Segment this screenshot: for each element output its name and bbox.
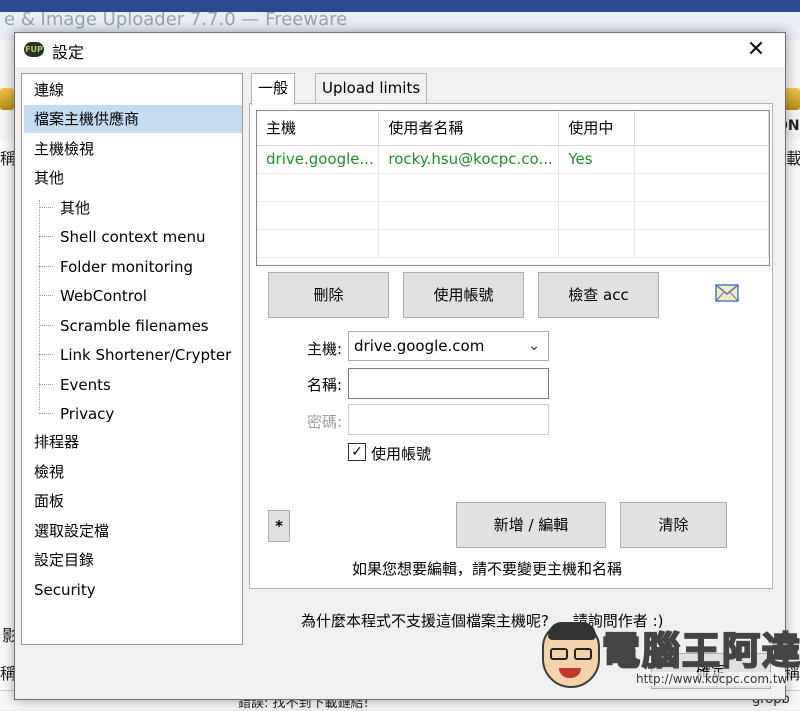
table-row-empty bbox=[257, 229, 769, 258]
use-account-checkbox-label[interactable]: 使用帳號 bbox=[371, 443, 431, 464]
tree-connector bbox=[39, 413, 53, 414]
add-edit-button[interactable]: 新增 / 編輯 bbox=[456, 502, 606, 548]
watermark-logo: 電腦王阿達 http://www.kocpc.com.tw bbox=[540, 616, 800, 692]
tree-item-shell-context-menu[interactable]: Shell context menu bbox=[60, 223, 206, 251]
table-cell-active: Yes bbox=[558, 145, 635, 174]
check-account-button[interactable]: 檢查 acc bbox=[538, 272, 659, 318]
settings-dialog: FUP 設定 ✕ 連線 檔案主機供應商 主機檢視 其他 其他 Shell con… bbox=[14, 32, 786, 700]
tree-item-settings-dir[interactable]: 設定目錄 bbox=[34, 546, 94, 574]
use-account-button[interactable]: 使用帳號 bbox=[403, 272, 524, 318]
host-label: 主機: bbox=[306, 340, 342, 358]
tree-connector bbox=[39, 325, 53, 326]
password-field bbox=[348, 404, 549, 435]
dialog-titlebar[interactable]: FUP 設定 ✕ bbox=[15, 33, 785, 67]
tree-item-connection[interactable]: 連線 bbox=[34, 76, 64, 104]
column-header-username[interactable]: 使用者名稱 bbox=[378, 111, 560, 146]
table-header-row: 主機 使用者名稱 使用中 bbox=[257, 111, 769, 146]
tree-item-panel[interactable]: 面板 bbox=[34, 487, 64, 515]
watermark-text: 電腦王阿達 bbox=[601, 628, 800, 674]
use-account-checkbox[interactable]: ✓ bbox=[348, 443, 366, 461]
tree-item-events[interactable]: Events bbox=[60, 371, 111, 399]
dialog-title: 設定 bbox=[52, 43, 85, 62]
column-header-empty bbox=[634, 111, 769, 146]
table-row-empty bbox=[257, 201, 769, 230]
tree-connector bbox=[39, 354, 53, 355]
host-select-value: drive.google.com bbox=[354, 337, 485, 355]
column-header-active[interactable]: 使用中 bbox=[558, 111, 635, 146]
delete-button[interactable]: 刪除 bbox=[268, 272, 389, 318]
tree-item-webcontrol[interactable]: WebControl bbox=[60, 282, 147, 310]
tree-item-other[interactable]: 其他 bbox=[34, 164, 64, 192]
tree-item-host-view[interactable]: 主機檢視 bbox=[34, 135, 94, 163]
table-cell-username: rocky.hsu@kocpc.co... bbox=[378, 145, 560, 174]
tree-connector bbox=[39, 384, 53, 385]
column-header-host[interactable]: 主機 bbox=[257, 111, 380, 146]
table-row-empty bbox=[257, 173, 769, 202]
app-logo-icon: FUP bbox=[24, 42, 44, 57]
background-toolbar-icon bbox=[0, 88, 14, 110]
mail-icon[interactable] bbox=[715, 283, 739, 303]
background-title-band bbox=[0, 0, 800, 12]
edit-hint-text: 如果您想要編輯，請不要變更主機和名稱 bbox=[352, 560, 623, 578]
tree-connector-line bbox=[39, 200, 40, 410]
mascot-face-icon bbox=[542, 622, 600, 688]
tree-item-scheduler[interactable]: 排程器 bbox=[34, 428, 79, 456]
accounts-table[interactable]: 主機 使用者名稱 使用中 drive.google... rocky.hsu@k… bbox=[256, 110, 770, 266]
tree-connector bbox=[39, 295, 53, 296]
watermark-url: http://www.kocpc.com.tw bbox=[636, 672, 788, 686]
tab-upload-limits[interactable]: Upload limits bbox=[315, 73, 428, 103]
tree-item-privacy[interactable]: Privacy bbox=[60, 400, 114, 428]
table-cell-host: drive.google... bbox=[257, 145, 380, 174]
table-cell-empty bbox=[634, 145, 769, 174]
chevron-down-icon: ⌄ bbox=[528, 338, 540, 354]
tree-item-file-hosts[interactable]: 檔案主機供應商 bbox=[24, 105, 242, 133]
table-row[interactable]: drive.google... rocky.hsu@kocpc.co... Ye… bbox=[257, 145, 769, 174]
tree-item-other-sub[interactable]: 其他 bbox=[60, 194, 90, 222]
tree-item-folder-monitoring[interactable]: Folder monitoring bbox=[60, 253, 193, 281]
tree-connector bbox=[39, 236, 53, 237]
settings-tree[interactable]: 連線 檔案主機供應商 主機檢視 其他 其他 Shell context menu… bbox=[21, 73, 243, 645]
tree-item-scramble-filenames[interactable]: Scramble filenames bbox=[60, 312, 209, 340]
close-button[interactable]: ✕ bbox=[739, 35, 773, 65]
tree-item-link-shortener[interactable]: Link Shortener/Crypter bbox=[60, 341, 231, 369]
tree-item-select-profile[interactable]: 選取設定檔 bbox=[34, 517, 109, 545]
tree-item-security[interactable]: Security bbox=[34, 576, 96, 604]
host-select[interactable]: drive.google.com ⌄ bbox=[348, 331, 549, 361]
password-label: 密碼: bbox=[306, 413, 342, 431]
clear-button[interactable]: 清除 bbox=[620, 502, 727, 548]
star-button[interactable]: * bbox=[268, 510, 290, 542]
tree-item-view[interactable]: 檢視 bbox=[34, 458, 64, 486]
tree-connector bbox=[39, 266, 53, 267]
tree-connector bbox=[39, 207, 53, 208]
name-label: 名稱: bbox=[306, 376, 342, 394]
background-label: 載 bbox=[786, 149, 800, 168]
tab-general[interactable]: 一般 bbox=[251, 73, 296, 105]
name-field[interactable] bbox=[348, 368, 549, 399]
